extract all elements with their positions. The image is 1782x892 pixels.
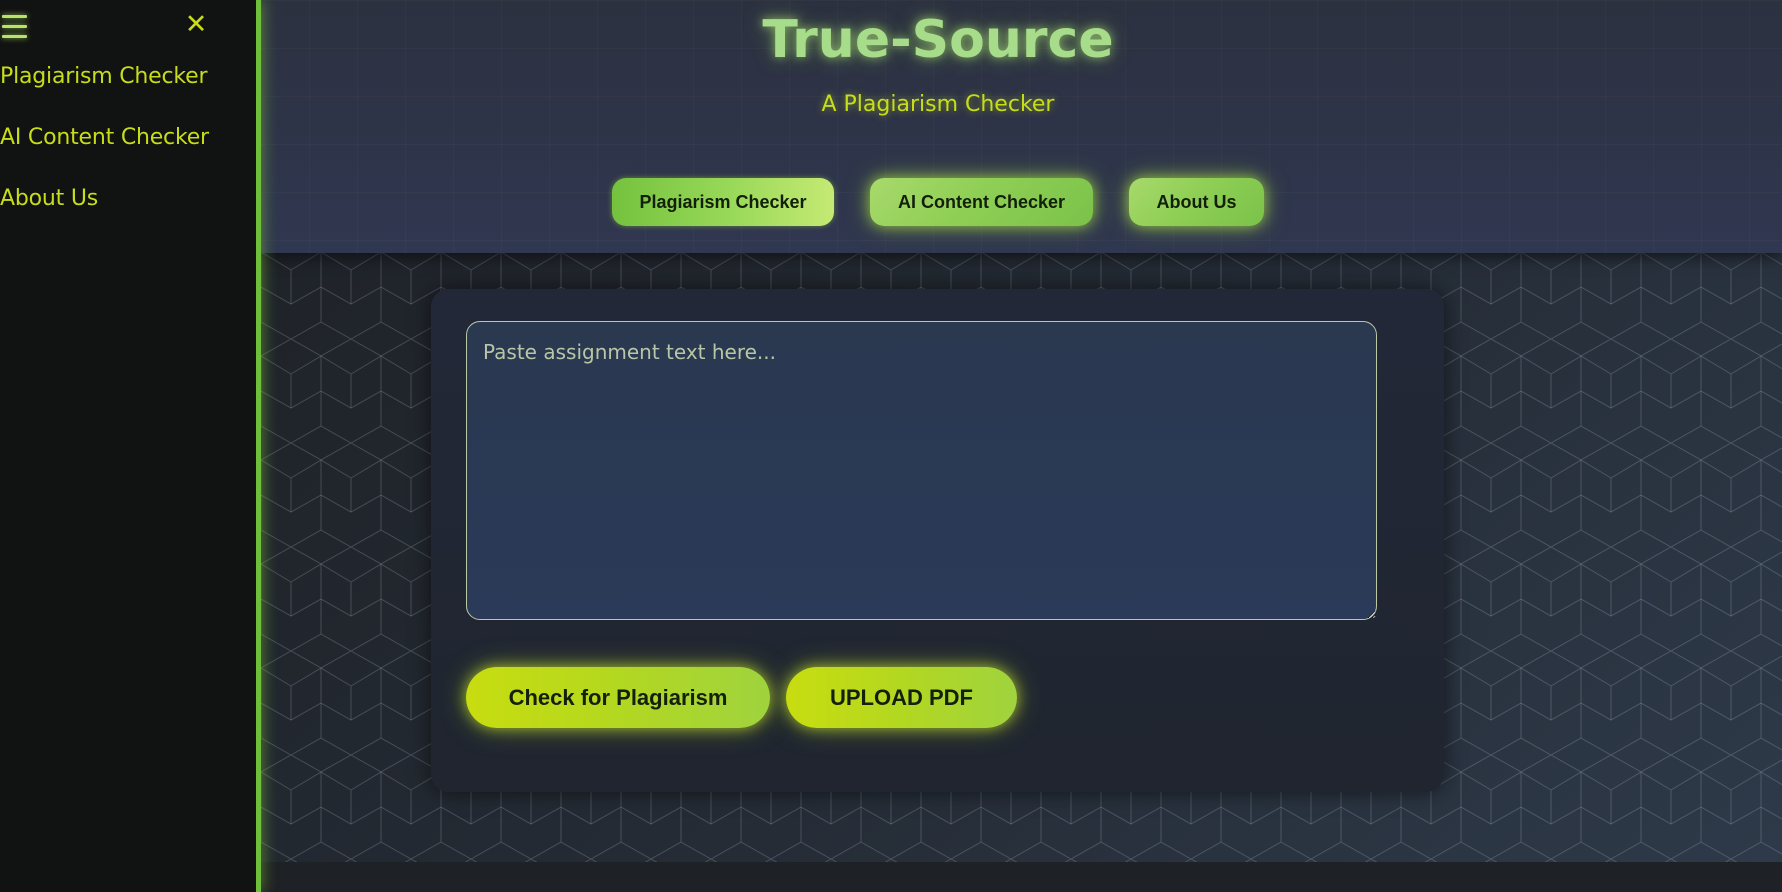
hamburger-line [2, 35, 27, 38]
checker-card: Check for Plagiarism UPLOAD PDF [431, 289, 1444, 792]
assignment-text-input[interactable] [466, 321, 1377, 620]
nav-button-plagiarism-checker[interactable]: Plagiarism Checker [612, 178, 834, 226]
site-title: True-Source [762, 10, 1114, 70]
sidebar: ✕ Plagiarism Checker AI Content Checker … [0, 0, 261, 892]
hamburger-line [2, 25, 27, 28]
sidebar-link-ai-content-checker[interactable]: AI Content Checker [0, 125, 209, 150]
nav-button-ai-content-checker[interactable]: AI Content Checker [870, 178, 1093, 226]
close-icon[interactable]: ✕ [183, 8, 209, 42]
sidebar-link-about-us[interactable]: About Us [0, 186, 98, 211]
check-plagiarism-button[interactable]: Check for Plagiarism [466, 667, 770, 728]
upload-pdf-button[interactable]: UPLOAD PDF [786, 667, 1017, 728]
hamburger-line [2, 15, 27, 18]
header: True-Source A Plagiarism Checker Plagiar… [261, 0, 1782, 253]
footer-strip [261, 862, 1782, 892]
nav-button-about-us[interactable]: About Us [1129, 178, 1264, 226]
hamburger-menu-icon[interactable] [0, 12, 30, 40]
sidebar-link-plagiarism-checker[interactable]: Plagiarism Checker [0, 64, 208, 89]
site-subtitle: A Plagiarism Checker [821, 92, 1055, 117]
